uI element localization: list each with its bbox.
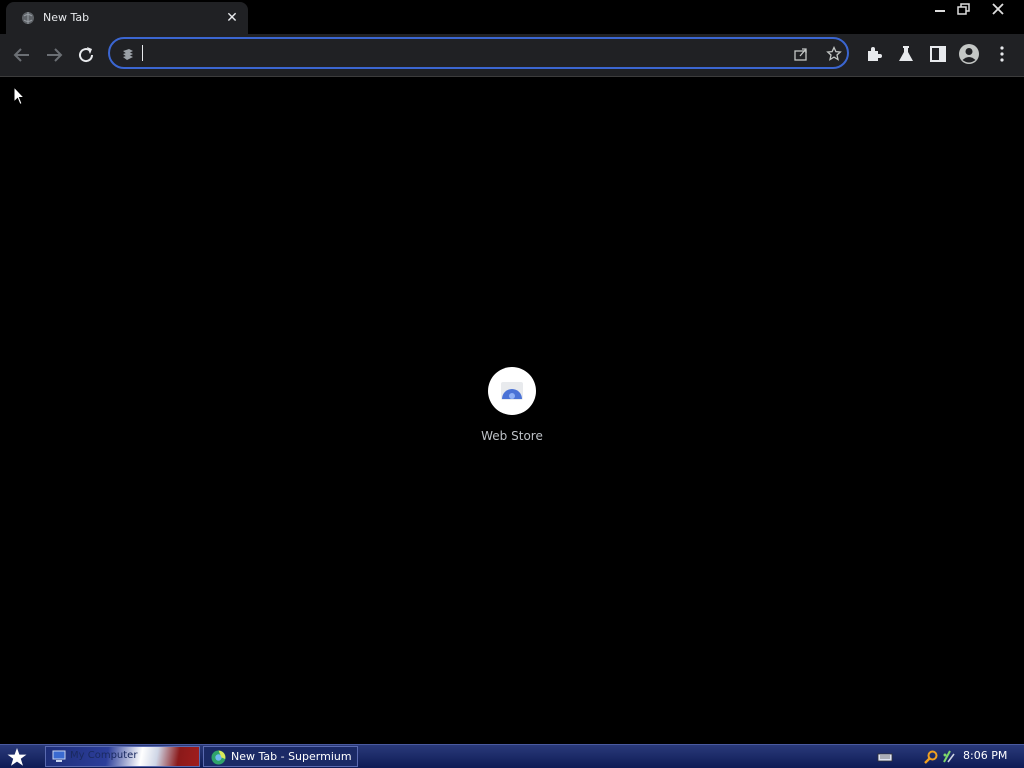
taskbar-item-label: New Tab - Supermium — [231, 750, 352, 763]
network-status-icon[interactable] — [941, 749, 957, 765]
new-tab-page: Web Store — [0, 77, 1024, 744]
restore-button[interactable] — [953, 0, 975, 18]
shortcut-tile[interactable] — [488, 367, 536, 415]
search-magnifier-icon[interactable] — [923, 749, 939, 765]
close-window-button[interactable] — [987, 0, 1009, 18]
tab-new-tab[interactable]: New Tab ✕ — [6, 2, 248, 34]
search-engine-icon — [123, 49, 133, 60]
minimize-button[interactable] — [929, 0, 951, 18]
close-icon — [992, 3, 1004, 15]
supermium-browser-icon — [211, 750, 226, 765]
toolbar — [0, 34, 1024, 77]
restore-icon — [957, 3, 970, 15]
omnibox-input[interactable] — [146, 43, 790, 65]
reload-icon[interactable] — [74, 43, 98, 67]
taskbar-item-my-computer[interactable]: My Computer — [45, 746, 200, 767]
globe-icon — [22, 12, 34, 24]
taskbar-clock: 8:06 PM — [963, 749, 1008, 762]
taskbar-item-supermium[interactable]: New Tab - Supermium — [203, 746, 358, 767]
profile-avatar-icon[interactable] — [958, 43, 980, 65]
text-cursor — [142, 45, 143, 61]
close-tab-icon[interactable]: ✕ — [224, 10, 240, 26]
address-bar[interactable] — [108, 37, 849, 69]
taskbar: My Computer New Tab - Supermium 8:06 PM — [0, 744, 1024, 768]
shortcut-label: Web Store — [481, 429, 543, 443]
keyboard-icon[interactable] — [877, 749, 893, 765]
minimize-icon — [935, 10, 945, 12]
shortcut-web-store[interactable]: Web Store — [470, 367, 554, 447]
menu-kebab-icon[interactable] — [991, 43, 1013, 65]
labs-flask-icon[interactable] — [895, 43, 917, 65]
mouse-cursor-icon — [13, 86, 25, 106]
back-icon[interactable] — [10, 43, 34, 67]
start-star-icon[interactable] — [6, 747, 28, 767]
share-icon[interactable] — [793, 46, 809, 62]
forward-icon[interactable] — [42, 43, 66, 67]
tab-title: New Tab — [43, 11, 90, 24]
extensions-icon[interactable] — [863, 43, 885, 65]
computer-icon — [52, 750, 66, 762]
web-store-icon — [501, 382, 523, 400]
side-panel-icon[interactable] — [927, 43, 949, 65]
taskbar-item-label: My Computer — [70, 750, 138, 761]
title-bar: New Tab ✕ — [0, 0, 1024, 34]
bookmark-star-icon[interactable] — [826, 46, 842, 62]
